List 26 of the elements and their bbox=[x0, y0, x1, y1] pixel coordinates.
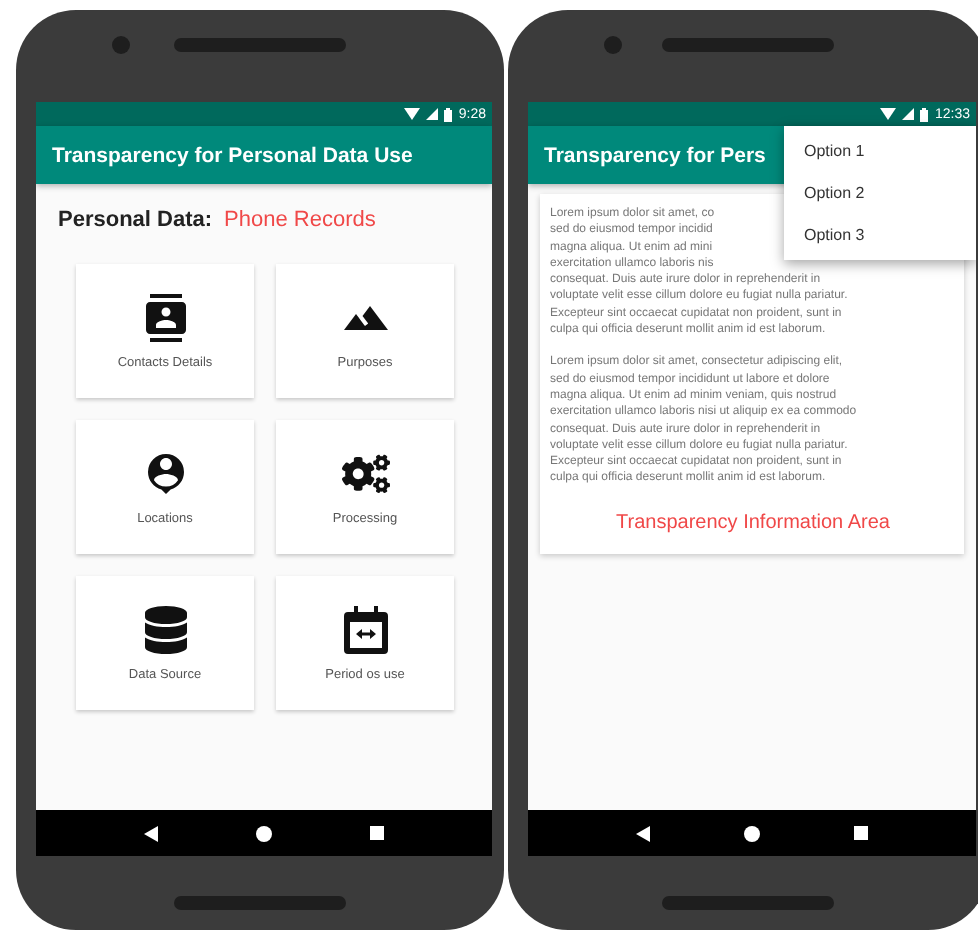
front-camera bbox=[112, 36, 130, 54]
recents-icon[interactable] bbox=[369, 826, 384, 840]
personal-data-value: Phone Records bbox=[224, 208, 376, 232]
home-icon[interactable] bbox=[743, 825, 760, 841]
app-title: Transparency for Personal Data Use bbox=[52, 143, 413, 167]
database-icon bbox=[141, 605, 189, 653]
info-area-title: Transparency Information Area bbox=[616, 511, 890, 534]
front-camera bbox=[604, 36, 622, 54]
battery-icon bbox=[444, 107, 453, 121]
back-icon[interactable] bbox=[144, 825, 159, 841]
menu-item[interactable]: Option 2 bbox=[784, 172, 976, 214]
gears-icon bbox=[341, 449, 389, 497]
wifi-icon bbox=[880, 108, 897, 120]
wifi-icon bbox=[404, 108, 421, 120]
recents-icon[interactable] bbox=[854, 826, 869, 840]
contact-card-icon bbox=[141, 293, 189, 341]
signal-icon bbox=[902, 108, 915, 120]
app-title: Transparency for Pers bbox=[544, 143, 766, 167]
calendar-icon bbox=[343, 605, 387, 653]
battery-icon bbox=[920, 107, 929, 121]
menu-item[interactable]: Option 3 bbox=[784, 214, 976, 256]
personal-data-label: Personal Data: bbox=[58, 208, 213, 232]
back-icon[interactable] bbox=[635, 825, 650, 841]
signal-icon bbox=[426, 108, 439, 120]
menu-item[interactable]: Option 1 bbox=[784, 130, 976, 172]
home-icon[interactable] bbox=[255, 825, 272, 841]
